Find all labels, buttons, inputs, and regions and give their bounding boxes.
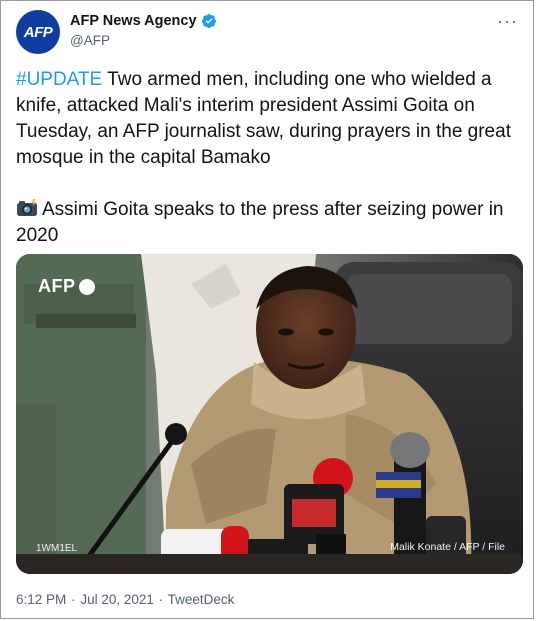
handle[interactable]: @AFP	[70, 33, 217, 48]
verified-badge-icon	[201, 14, 216, 28]
avatar-label: AFP	[23, 23, 53, 41]
afp-dot-icon	[78, 278, 95, 295]
more-options-icon[interactable]: ···	[497, 12, 518, 30]
photo-watermark-tag: 1WM1EL	[36, 543, 78, 554]
avatar[interactable]: AFP	[16, 10, 60, 54]
meta-separator: ·	[71, 592, 76, 607]
tweet-photo[interactable]: AFP 1WM1EL Malik Konate / AFP / File	[16, 254, 523, 574]
meta-separator: ·	[158, 592, 164, 607]
photo-credit: Malik Konate / AFP / File	[390, 541, 505, 553]
tweet-meta: 6:12 PM · Jul 20, 2021 · TweetDeck	[16, 592, 234, 607]
tweet-text: #UPDATE Two armed men, including one who…	[16, 67, 524, 249]
author-block[interactable]: AFP News Agency @AFP	[70, 13, 217, 48]
press-conference-photo	[16, 254, 523, 574]
tweet-date[interactable]: Jul 20, 2021	[80, 592, 154, 607]
tweet-header: AFP AFP News Agency @AFP ···	[16, 10, 518, 56]
display-name[interactable]: AFP News Agency	[70, 13, 197, 29]
tweet-caption-text: Assimi Goita speaks to the press after s…	[16, 199, 504, 246]
hashtag-link[interactable]: #UPDATE	[16, 69, 102, 90]
tweet-source[interactable]: TweetDeck	[168, 592, 235, 607]
afp-watermark-logo: AFP	[38, 276, 95, 297]
tweet-time[interactable]: 6:12 PM	[16, 592, 66, 607]
tweet-card: AFP AFP News Agency @AFP ··· #UPDATE Two…	[0, 0, 534, 619]
camera-with-flash-icon	[17, 199, 37, 216]
